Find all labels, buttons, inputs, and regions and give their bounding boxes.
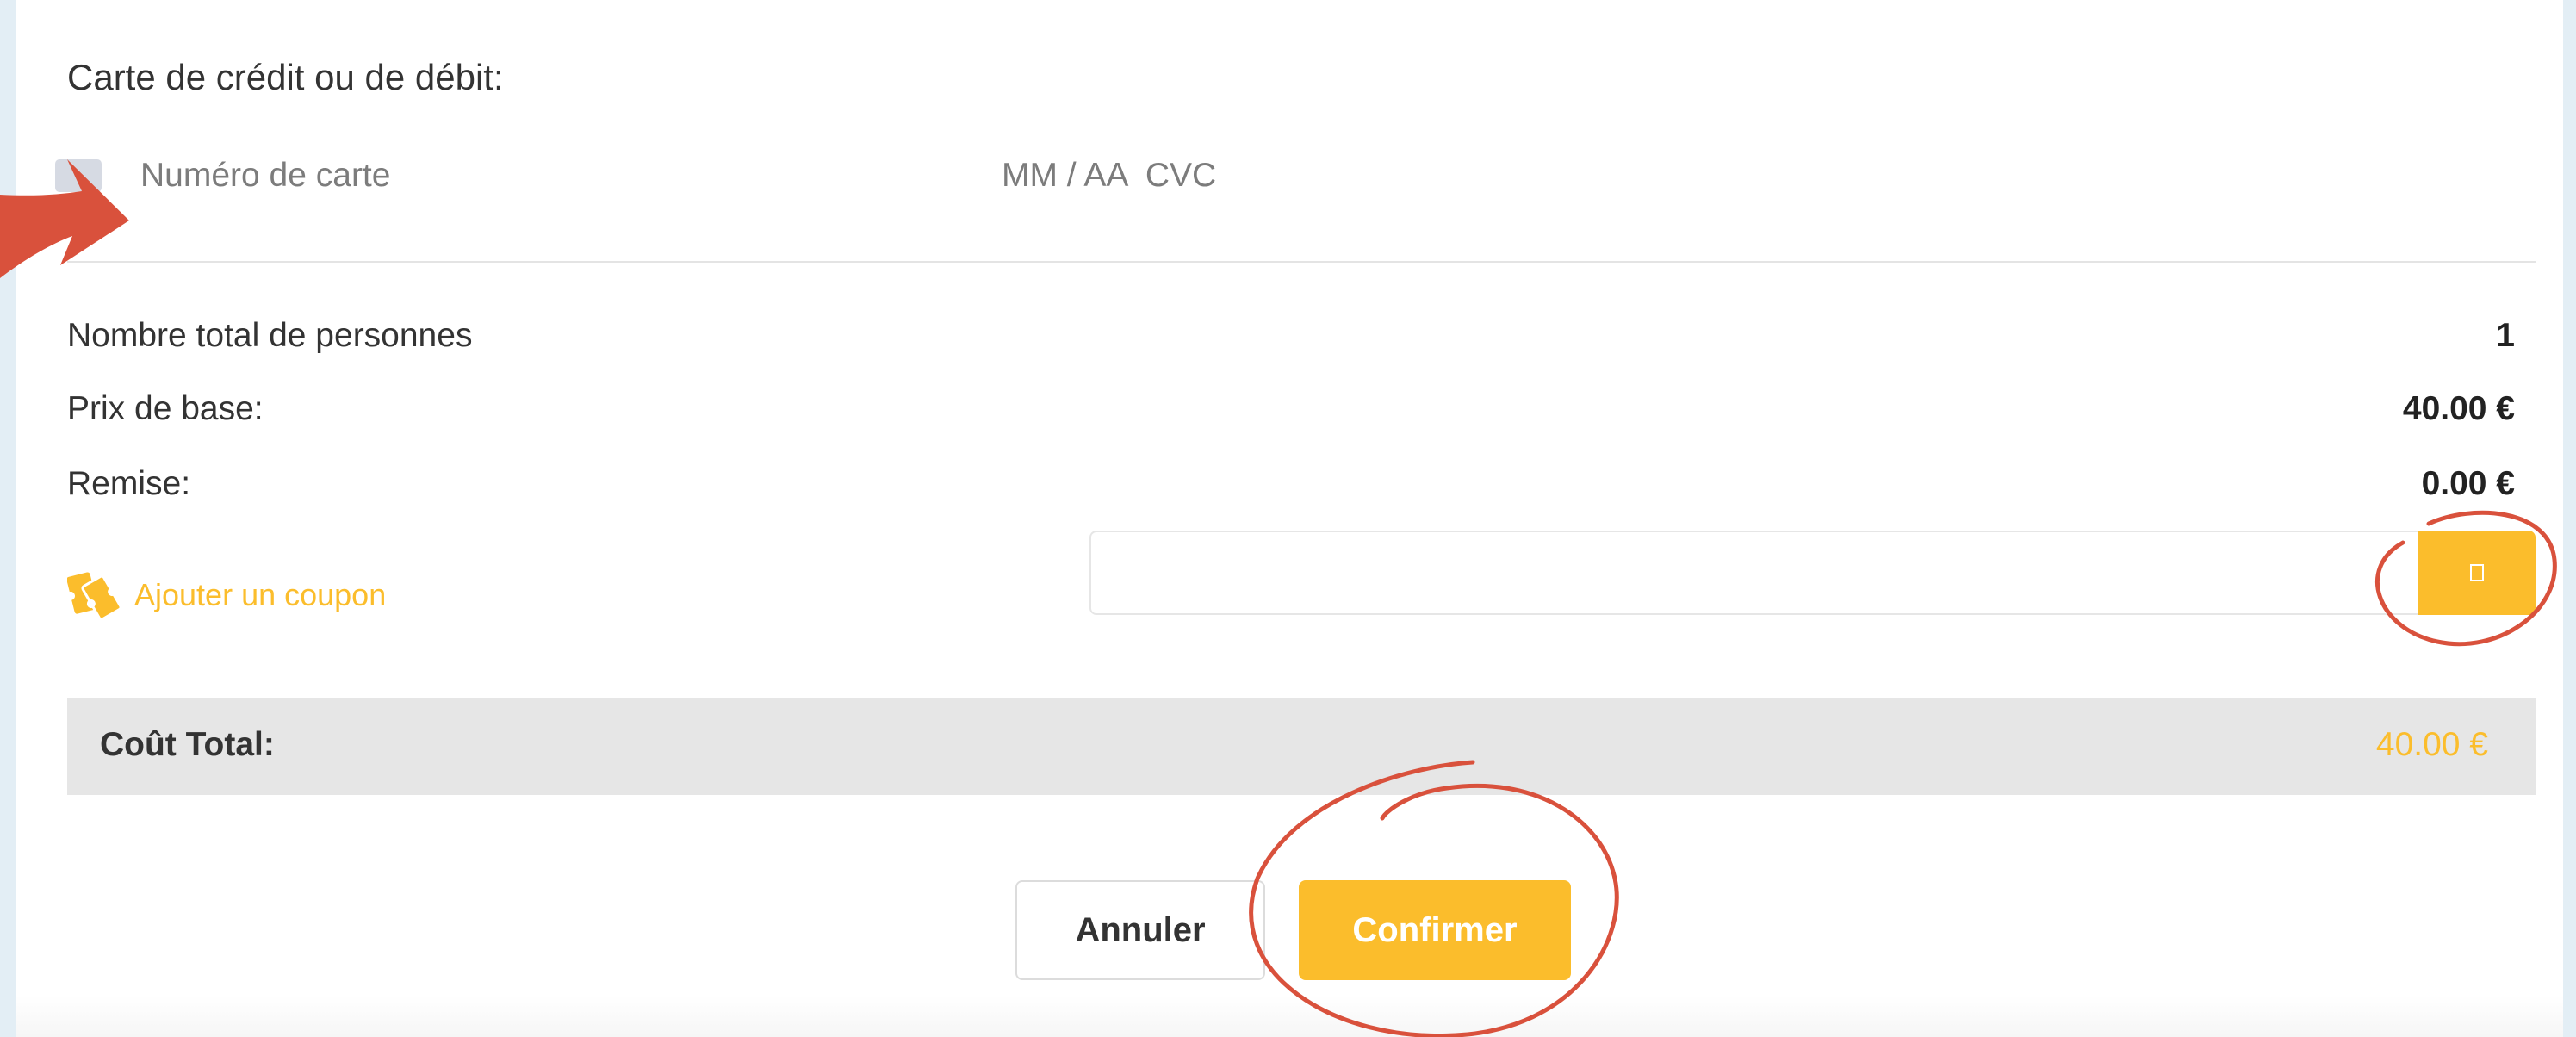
cancel-button[interactable]: Annuler [1015,880,1265,980]
card-brand-icon [55,159,102,192]
section-divider [67,261,2536,263]
people-count-label: Nombre total de personnes [67,317,473,354]
confirm-button[interactable]: Confirmer [1299,880,1571,980]
coupon-tickets-icon [67,567,121,624]
coupon-code-input[interactable] [1089,531,2418,615]
card-number-field[interactable]: Numéro de carte [140,157,390,195]
base-price-value: 40.00 € [2402,390,2515,427]
people-count-value: 1 [2496,317,2515,354]
add-coupon-link[interactable]: Ajouter un coupon [67,567,386,624]
total-cost-value: 40.00 € [2375,726,2488,763]
discount-label: Remise: [67,465,191,502]
total-cost-bar [67,698,2536,795]
booking-summary-panel: Carte de crédit ou de débit: Numéro de c… [16,0,2563,1037]
missing-glyph-icon [2469,564,2484,581]
card-expiry-cvc-field[interactable]: MM / AA CVC [1002,157,1216,195]
panel-bottom-shadow [16,996,2563,1037]
discount-value: 0.00 € [2421,465,2515,502]
base-price-label: Prix de base: [67,390,264,427]
total-cost-label: Coût Total: [100,726,275,763]
card-section-heading: Carte de crédit ou de débit: [67,57,504,97]
apply-coupon-button[interactable] [2418,531,2536,615]
add-coupon-label: Ajouter un coupon [134,577,387,612]
